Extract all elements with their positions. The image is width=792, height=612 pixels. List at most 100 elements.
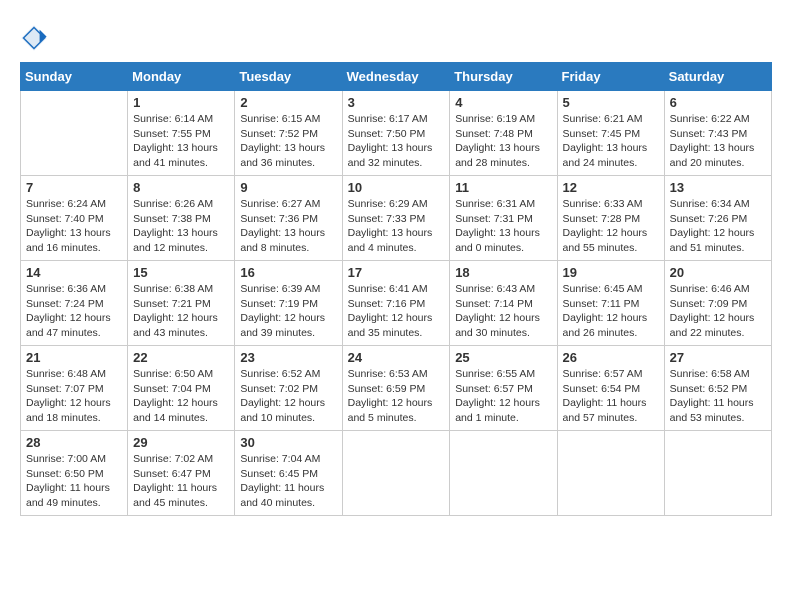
day-number: 29 bbox=[133, 435, 229, 450]
logo-icon bbox=[20, 24, 48, 52]
calendar-cell: 4 Sunrise: 6:19 AMSunset: 7:48 PMDaylight… bbox=[450, 91, 557, 176]
day-number: 6 bbox=[670, 95, 766, 110]
calendar-cell: 12Sunrise: 6:33 AMSunset: 7:28 PMDayligh… bbox=[557, 176, 664, 261]
calendar-cell: 5 Sunrise: 6:21 AMSunset: 7:45 PMDaylight… bbox=[557, 91, 664, 176]
day-info: Sunrise: 6:48 AMSunset: 7:07 PMDaylight:… bbox=[26, 367, 122, 426]
day-number: 5 bbox=[563, 95, 659, 110]
logo bbox=[20, 24, 52, 52]
calendar-week-row: 7 Sunrise: 6:24 AMSunset: 7:40 PMDaylight… bbox=[21, 176, 772, 261]
calendar-cell: 28 Sunrise: 7:00 AMSunset: 6:50 PMDayligh… bbox=[21, 431, 128, 516]
calendar-body: 1Sunrise: 6:14 AMSunset: 7:55 PMDaylight… bbox=[21, 91, 772, 516]
weekday-header-row: SundayMondayTuesdayWednesdayThursdayFrid… bbox=[21, 63, 772, 91]
day-info: Sunrise: 6:24 AMSunset: 7:40 PMDaylight:… bbox=[26, 197, 122, 256]
day-info: Sunrise: 6:46 AMSunset: 7:09 PMDaylight:… bbox=[670, 282, 766, 341]
day-info: Sunrise: 7:00 AMSunset: 6:50 PMDaylight:… bbox=[26, 452, 122, 511]
day-number: 14 bbox=[26, 265, 122, 280]
day-info: Sunrise: 6:29 AMSunset: 7:33 PMDaylight:… bbox=[348, 197, 445, 256]
calendar-cell: 2Sunrise: 6:15 AMSunset: 7:52 PMDaylight… bbox=[235, 91, 342, 176]
day-info: Sunrise: 7:02 AMSunset: 6:47 PMDaylight:… bbox=[133, 452, 229, 511]
day-info: Sunrise: 6:39 AMSunset: 7:19 PMDaylight:… bbox=[240, 282, 336, 341]
calendar-cell: 19 Sunrise: 6:45 AMSunset: 7:11 PMDayligh… bbox=[557, 261, 664, 346]
day-number: 26 bbox=[563, 350, 659, 365]
calendar-cell: 24 Sunrise: 6:53 AMSunset: 6:59 PMDayligh… bbox=[342, 346, 450, 431]
day-number: 13 bbox=[670, 180, 766, 195]
calendar-cell: 11 Sunrise: 6:31 AMSunset: 7:31 PMDayligh… bbox=[450, 176, 557, 261]
calendar-cell: 21Sunrise: 6:48 AMSunset: 7:07 PMDayligh… bbox=[21, 346, 128, 431]
calendar-cell bbox=[557, 431, 664, 516]
day-number: 24 bbox=[348, 350, 445, 365]
calendar-cell: 8 Sunrise: 6:26 AMSunset: 7:38 PMDaylight… bbox=[128, 176, 235, 261]
weekday-header-tuesday: Tuesday bbox=[235, 63, 342, 91]
day-number: 4 bbox=[455, 95, 551, 110]
day-info: Sunrise: 6:21 AMSunset: 7:45 PMDaylight:… bbox=[563, 112, 659, 171]
calendar-cell: 1Sunrise: 6:14 AMSunset: 7:55 PMDaylight… bbox=[128, 91, 235, 176]
calendar-week-row: 14 Sunrise: 6:36 AMSunset: 7:24 PMDayligh… bbox=[21, 261, 772, 346]
day-info: Sunrise: 7:04 AMSunset: 6:45 PMDaylight:… bbox=[240, 452, 336, 511]
day-info: Sunrise: 6:53 AMSunset: 6:59 PMDaylight:… bbox=[348, 367, 445, 426]
day-info: Sunrise: 6:43 AMSunset: 7:14 PMDaylight:… bbox=[455, 282, 551, 341]
day-number: 9 bbox=[240, 180, 336, 195]
calendar-cell: 27 Sunrise: 6:58 AMSunset: 6:52 PMDayligh… bbox=[664, 346, 771, 431]
calendar-cell: 7 Sunrise: 6:24 AMSunset: 7:40 PMDaylight… bbox=[21, 176, 128, 261]
day-info: Sunrise: 6:50 AMSunset: 7:04 PMDaylight:… bbox=[133, 367, 229, 426]
calendar-cell: 25 Sunrise: 6:55 AMSunset: 6:57 PMDayligh… bbox=[450, 346, 557, 431]
page-header bbox=[20, 20, 772, 52]
calendar-cell bbox=[664, 431, 771, 516]
calendar-week-row: 1Sunrise: 6:14 AMSunset: 7:55 PMDaylight… bbox=[21, 91, 772, 176]
calendar-cell: 3 Sunrise: 6:17 AMSunset: 7:50 PMDaylight… bbox=[342, 91, 450, 176]
calendar-week-row: 28 Sunrise: 7:00 AMSunset: 6:50 PMDayligh… bbox=[21, 431, 772, 516]
day-number: 17 bbox=[348, 265, 445, 280]
calendar-cell: 6Sunrise: 6:22 AMSunset: 7:43 PMDaylight… bbox=[664, 91, 771, 176]
calendar-cell: 29 Sunrise: 7:02 AMSunset: 6:47 PMDayligh… bbox=[128, 431, 235, 516]
weekday-header-sunday: Sunday bbox=[21, 63, 128, 91]
day-number: 11 bbox=[455, 180, 551, 195]
day-number: 8 bbox=[133, 180, 229, 195]
calendar-cell: 22Sunrise: 6:50 AMSunset: 7:04 PMDayligh… bbox=[128, 346, 235, 431]
calendar-cell: 13 Sunrise: 6:34 AMSunset: 7:26 PMDayligh… bbox=[664, 176, 771, 261]
day-number: 15 bbox=[133, 265, 229, 280]
calendar-cell: 14 Sunrise: 6:36 AMSunset: 7:24 PMDayligh… bbox=[21, 261, 128, 346]
day-info: Sunrise: 6:55 AMSunset: 6:57 PMDaylight:… bbox=[455, 367, 551, 426]
day-info: Sunrise: 6:17 AMSunset: 7:50 PMDaylight:… bbox=[348, 112, 445, 171]
calendar-cell: 16Sunrise: 6:39 AMSunset: 7:19 PMDayligh… bbox=[235, 261, 342, 346]
calendar-table: SundayMondayTuesdayWednesdayThursdayFrid… bbox=[20, 62, 772, 516]
calendar-cell bbox=[342, 431, 450, 516]
calendar-cell bbox=[21, 91, 128, 176]
day-info: Sunrise: 6:57 AMSunset: 6:54 PMDaylight:… bbox=[563, 367, 659, 426]
day-number: 23 bbox=[240, 350, 336, 365]
calendar-cell: 26 Sunrise: 6:57 AMSunset: 6:54 PMDayligh… bbox=[557, 346, 664, 431]
day-info: Sunrise: 6:34 AMSunset: 7:26 PMDaylight:… bbox=[670, 197, 766, 256]
day-number: 27 bbox=[670, 350, 766, 365]
calendar-cell: 17Sunrise: 6:41 AMSunset: 7:16 PMDayligh… bbox=[342, 261, 450, 346]
day-number: 18 bbox=[455, 265, 551, 280]
calendar-cell: 30 Sunrise: 7:04 AMSunset: 6:45 PMDayligh… bbox=[235, 431, 342, 516]
day-number: 3 bbox=[348, 95, 445, 110]
day-info: Sunrise: 6:38 AMSunset: 7:21 PMDaylight:… bbox=[133, 282, 229, 341]
day-number: 20 bbox=[670, 265, 766, 280]
weekday-header-saturday: Saturday bbox=[664, 63, 771, 91]
calendar-cell: 23 Sunrise: 6:52 AMSunset: 7:02 PMDayligh… bbox=[235, 346, 342, 431]
day-number: 12 bbox=[563, 180, 659, 195]
weekday-header-thursday: Thursday bbox=[450, 63, 557, 91]
day-number: 10 bbox=[348, 180, 445, 195]
day-number: 7 bbox=[26, 180, 122, 195]
day-info: Sunrise: 6:31 AMSunset: 7:31 PMDaylight:… bbox=[455, 197, 551, 256]
day-info: Sunrise: 6:36 AMSunset: 7:24 PMDaylight:… bbox=[26, 282, 122, 341]
day-info: Sunrise: 6:19 AMSunset: 7:48 PMDaylight:… bbox=[455, 112, 551, 171]
calendar-cell: 10 Sunrise: 6:29 AMSunset: 7:33 PMDayligh… bbox=[342, 176, 450, 261]
day-number: 28 bbox=[26, 435, 122, 450]
day-number: 25 bbox=[455, 350, 551, 365]
day-info: Sunrise: 6:26 AMSunset: 7:38 PMDaylight:… bbox=[133, 197, 229, 256]
day-info: Sunrise: 6:58 AMSunset: 6:52 PMDaylight:… bbox=[670, 367, 766, 426]
calendar-cell: 9 Sunrise: 6:27 AMSunset: 7:36 PMDaylight… bbox=[235, 176, 342, 261]
day-number: 19 bbox=[563, 265, 659, 280]
weekday-header-monday: Monday bbox=[128, 63, 235, 91]
day-number: 30 bbox=[240, 435, 336, 450]
day-info: Sunrise: 6:52 AMSunset: 7:02 PMDaylight:… bbox=[240, 367, 336, 426]
day-info: Sunrise: 6:27 AMSunset: 7:36 PMDaylight:… bbox=[240, 197, 336, 256]
day-info: Sunrise: 6:45 AMSunset: 7:11 PMDaylight:… bbox=[563, 282, 659, 341]
day-number: 1 bbox=[133, 95, 229, 110]
calendar-week-row: 21Sunrise: 6:48 AMSunset: 7:07 PMDayligh… bbox=[21, 346, 772, 431]
calendar-cell bbox=[450, 431, 557, 516]
weekday-header-friday: Friday bbox=[557, 63, 664, 91]
